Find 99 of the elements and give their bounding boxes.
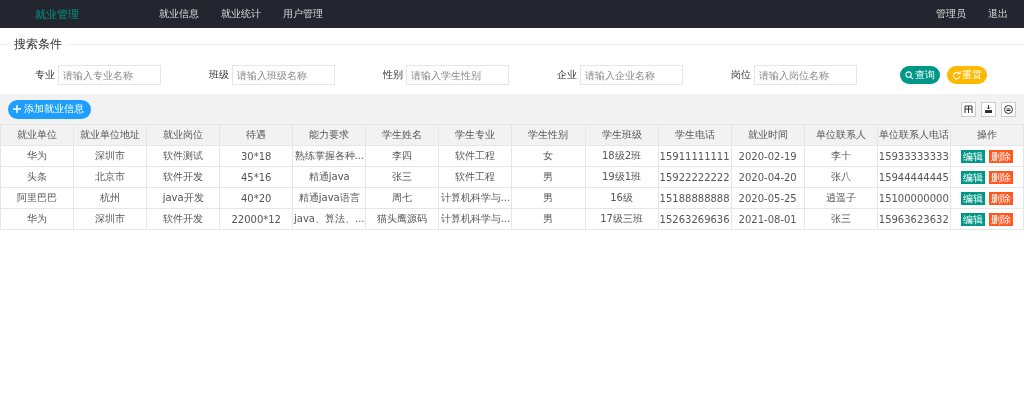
search-field[interactable]: 请输入班级名称 bbox=[232, 65, 335, 85]
columns-icon[interactable] bbox=[961, 101, 976, 117]
field-label: 专业 bbox=[35, 68, 56, 82]
nav-menu-item[interactable]: 就业统计 bbox=[221, 7, 261, 21]
table-cell: 软件开发 bbox=[146, 208, 220, 230]
delete-button[interactable]: 删除 bbox=[988, 170, 1013, 184]
refresh-icon bbox=[952, 70, 961, 80]
table-cell: 15100000000 bbox=[877, 187, 951, 209]
field-label: 性别 bbox=[383, 68, 404, 82]
table-cell: 2021-08-01 bbox=[731, 208, 805, 230]
table-cell: 张八 bbox=[804, 166, 878, 188]
column-header: 学生电话 bbox=[658, 124, 732, 146]
edit-button[interactable]: 编辑 bbox=[960, 170, 985, 184]
table-cell: 华为 bbox=[0, 145, 74, 167]
table-cell: 2020-04-20 bbox=[731, 166, 805, 188]
column-header: 学生性别 bbox=[511, 124, 585, 146]
column-header: 能力要求 bbox=[292, 124, 366, 146]
column-header: 就业单位地址 bbox=[73, 124, 147, 146]
table-cell: 40*20 bbox=[219, 187, 293, 209]
search-field[interactable]: 请输入学生性别 bbox=[406, 65, 509, 85]
table-cell: 15944444445 bbox=[877, 166, 951, 188]
table-cell: 猫头鹰源码 bbox=[365, 208, 439, 230]
table-cell: 华为 bbox=[0, 208, 74, 230]
search-field[interactable]: 请输入岗位名称 bbox=[754, 65, 857, 85]
column-header: 就业岗位 bbox=[146, 124, 220, 146]
column-header: 待遇 bbox=[219, 124, 293, 146]
app-logo: 就业管理 bbox=[35, 6, 79, 22]
print-icon[interactable] bbox=[1001, 101, 1016, 117]
delete-button[interactable]: 删除 bbox=[988, 149, 1013, 163]
table-cell: 22000*12 bbox=[219, 208, 293, 230]
table-cell: 15963623632 bbox=[877, 208, 951, 230]
table-cell: 深圳市 bbox=[73, 145, 147, 167]
edit-button[interactable]: 编辑 bbox=[960, 149, 985, 163]
column-header: 就业单位 bbox=[0, 124, 74, 146]
table-cell: 深圳市 bbox=[73, 208, 147, 230]
search-button[interactable]: 查询 bbox=[900, 66, 940, 84]
plus-icon bbox=[13, 105, 21, 113]
table-cell: 周七 bbox=[365, 187, 439, 209]
field-label: 班级 bbox=[209, 68, 230, 82]
edit-button[interactable]: 编辑 bbox=[960, 212, 985, 226]
table-cell: 2020-05-25 bbox=[731, 187, 805, 209]
column-header: 学生专业 bbox=[438, 124, 512, 146]
search-field[interactable]: 请输入企业名称 bbox=[580, 65, 683, 85]
table-cell: 18级2班 bbox=[585, 145, 659, 167]
table-cell: 15911111111 bbox=[658, 145, 732, 167]
table-cell: 45*16 bbox=[219, 166, 293, 188]
logout-link[interactable]: 退出 bbox=[988, 7, 1008, 21]
table-cell: 软件测试 bbox=[146, 145, 220, 167]
table-cell: 精通java bbox=[292, 166, 366, 188]
table-cell: java、算法、... bbox=[292, 208, 366, 230]
table-cell: 15922222222 bbox=[658, 166, 732, 188]
column-header: 单位联系人 bbox=[804, 124, 878, 146]
table-cell: 15263269636 bbox=[658, 208, 732, 230]
table-cell: 逍遥子 bbox=[804, 187, 878, 209]
table-cell: 软件工程 bbox=[438, 166, 512, 188]
table-cell: 16级 bbox=[585, 187, 659, 209]
table-cell: 男 bbox=[511, 208, 585, 230]
nav-menu-item[interactable]: 用户管理 bbox=[283, 7, 323, 21]
table-cell: 男 bbox=[511, 187, 585, 209]
table-cell: 计算机科学与... bbox=[438, 208, 512, 230]
table-cell: 女 bbox=[511, 145, 585, 167]
search-icon bbox=[905, 70, 914, 80]
table-cell: 19级1班 bbox=[585, 166, 659, 188]
table-cell: 精通java语言 bbox=[292, 187, 366, 209]
field-label: 企业 bbox=[557, 68, 578, 82]
table-cell: 软件工程 bbox=[438, 145, 512, 167]
field-label: 岗位 bbox=[731, 68, 752, 82]
table-cell: 软件开发 bbox=[146, 166, 220, 188]
user-menu[interactable]: 管理员 bbox=[936, 7, 966, 21]
table-cell: 计算机科学与... bbox=[438, 187, 512, 209]
table-cell: 2020-02-19 bbox=[731, 145, 805, 167]
column-header: 就业时间 bbox=[731, 124, 805, 146]
export-icon[interactable] bbox=[981, 101, 996, 117]
table-cell: 17级三班 bbox=[585, 208, 659, 230]
add-button[interactable]: 添加就业信息 bbox=[8, 99, 91, 119]
column-header: 学生姓名 bbox=[365, 124, 439, 146]
table-cell: 熟练掌握各种... bbox=[292, 145, 366, 167]
table-cell: 15188888888 bbox=[658, 187, 732, 209]
delete-button[interactable]: 删除 bbox=[988, 212, 1013, 226]
edit-button[interactable]: 编辑 bbox=[960, 191, 985, 205]
table-cell: 北京市 bbox=[73, 166, 147, 188]
nav-menu-item[interactable]: 就业信息 bbox=[159, 7, 199, 21]
column-header: 学生班级 bbox=[585, 124, 659, 146]
table-cell: 男 bbox=[511, 166, 585, 188]
table-cell: 30*18 bbox=[219, 145, 293, 167]
column-header: 操作 bbox=[950, 124, 1024, 146]
table-cell: 15933333333 bbox=[877, 145, 951, 167]
table-cell: 头条 bbox=[0, 166, 74, 188]
table-cell: 阿里巴巴 bbox=[0, 187, 74, 209]
table-cell: 张三 bbox=[365, 166, 439, 188]
delete-button[interactable]: 删除 bbox=[988, 191, 1013, 205]
table-cell: java开发 bbox=[146, 187, 220, 209]
table-cell: 杭州 bbox=[73, 187, 147, 209]
column-header: 单位联系人电话 bbox=[877, 124, 951, 146]
search-field[interactable]: 请输入专业名称 bbox=[58, 65, 161, 85]
table-cell: 张三 bbox=[804, 208, 878, 230]
table-cell: 李四 bbox=[365, 145, 439, 167]
table-cell: 李十 bbox=[804, 145, 878, 167]
section-title: 搜索条件 bbox=[13, 36, 63, 53]
